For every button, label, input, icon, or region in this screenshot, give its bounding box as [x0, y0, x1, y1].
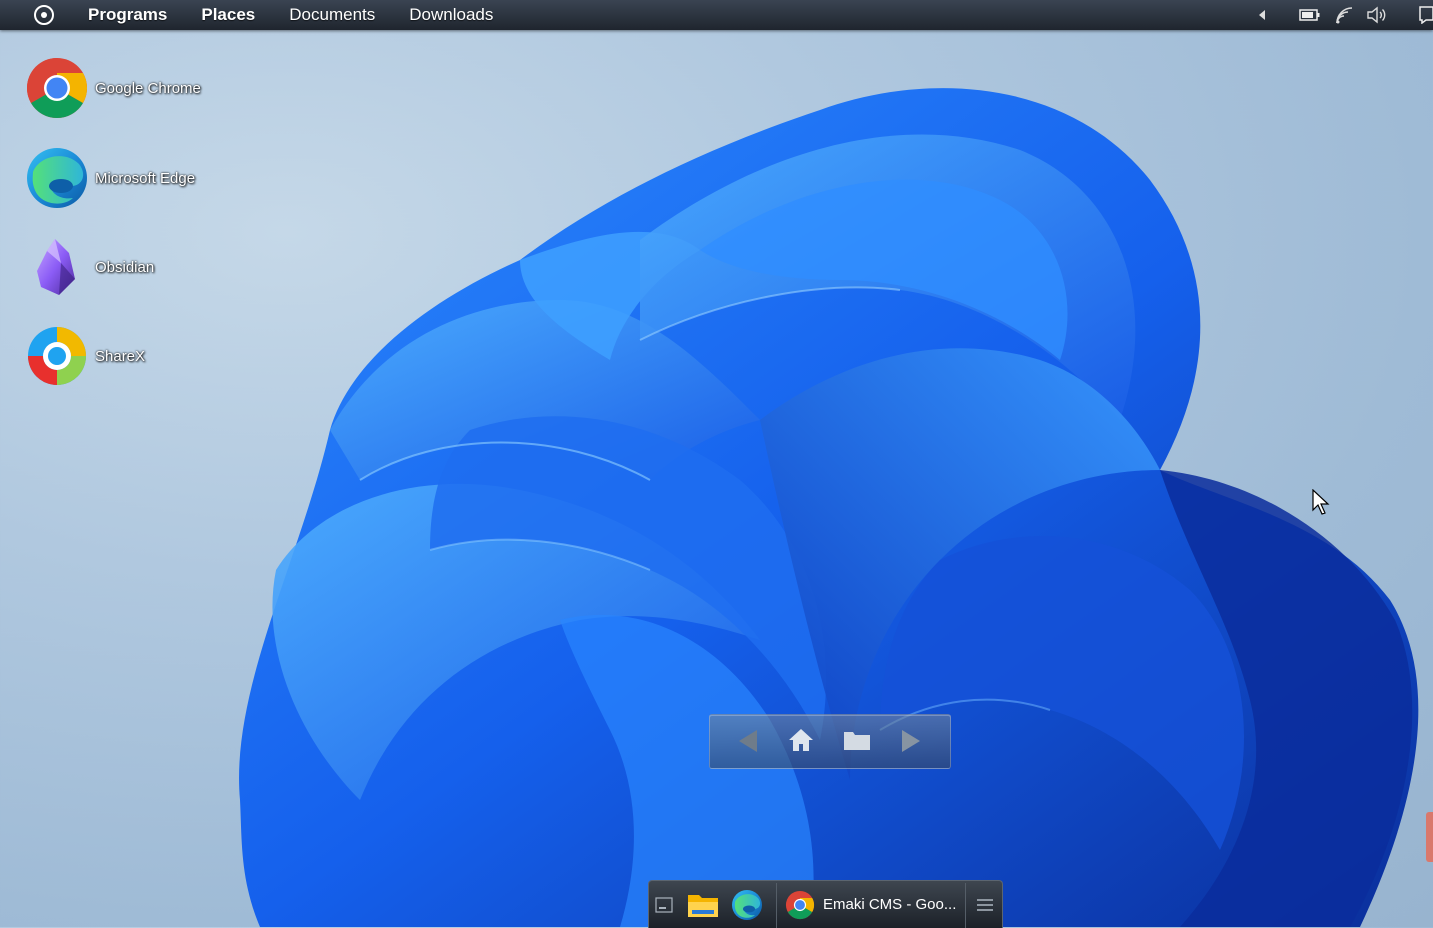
taskbar-edge[interactable]: [731, 881, 763, 928]
desktop-icon-sharex[interactable]: ShareX: [25, 324, 145, 388]
menu-downloads[interactable]: Downloads: [409, 5, 493, 25]
desktop-icon-edge[interactable]: Microsoft Edge: [25, 146, 195, 210]
forward-arrow-icon[interactable]: [898, 727, 924, 755]
edge-icon: [732, 889, 762, 920]
folder-icon[interactable]: [843, 728, 871, 752]
obsidian-icon: [37, 239, 75, 295]
home-icon[interactable]: [788, 726, 814, 754]
sharex-icon: [28, 327, 86, 385]
wifi-icon[interactable]: [1334, 5, 1354, 25]
chrome-icon: [785, 890, 815, 919]
edge-icon: [27, 148, 87, 208]
navigation-widget: [709, 714, 951, 769]
volume-icon[interactable]: [1366, 5, 1388, 25]
back-arrow-icon[interactable]: [735, 727, 761, 755]
menu-items: Programs Places Documents Downloads: [88, 0, 527, 30]
dock-separator: [965, 883, 966, 928]
desktop-icon-label: Microsoft Edge: [95, 169, 196, 187]
menu-programs[interactable]: Programs: [88, 5, 167, 25]
show-desktop-button[interactable]: [654, 881, 674, 928]
taskbar-dock: Emaki CMS - Goo...: [648, 880, 1003, 928]
top-menubar: Programs Places Documents Downloads: [0, 0, 1433, 30]
menu-places[interactable]: Places: [201, 5, 255, 25]
desktop-icon-obsidian[interactable]: Obsidian: [25, 235, 154, 299]
hamburger-menu-icon: [977, 898, 993, 911]
desktop-icon-label: Obsidian: [95, 258, 155, 276]
notification-icon[interactable]: [1418, 6, 1433, 24]
dock-separator: [776, 883, 777, 928]
taskbar-chrome-window[interactable]: Emaki CMS - Goo...: [785, 881, 956, 928]
start-menu-icon[interactable]: [33, 4, 55, 26]
taskbar-window-title: Emaki CMS - Goo...: [823, 896, 957, 913]
system-tray: [1250, 0, 1433, 30]
battery-icon[interactable]: [1299, 8, 1321, 22]
file-explorer-icon: [688, 894, 718, 917]
wallpaper-bloom: [239, 88, 1419, 927]
tray-expand-arrow-icon[interactable]: [1257, 9, 1267, 21]
show-desktop-icon: [655, 896, 673, 913]
desktop-icon-chrome[interactable]: Google Chrome: [25, 56, 201, 120]
dock-menu-button[interactable]: [976, 881, 994, 928]
mouse-cursor-icon: [1312, 489, 1330, 515]
desktop-icon-label: Google Chrome: [95, 79, 201, 97]
menu-documents[interactable]: Documents: [289, 5, 375, 25]
taskbar-file-explorer[interactable]: [687, 881, 719, 928]
screen-edge-tab[interactable]: [1426, 812, 1433, 862]
desktop-icon-label: ShareX: [95, 347, 146, 365]
chrome-icon: [26, 57, 88, 119]
